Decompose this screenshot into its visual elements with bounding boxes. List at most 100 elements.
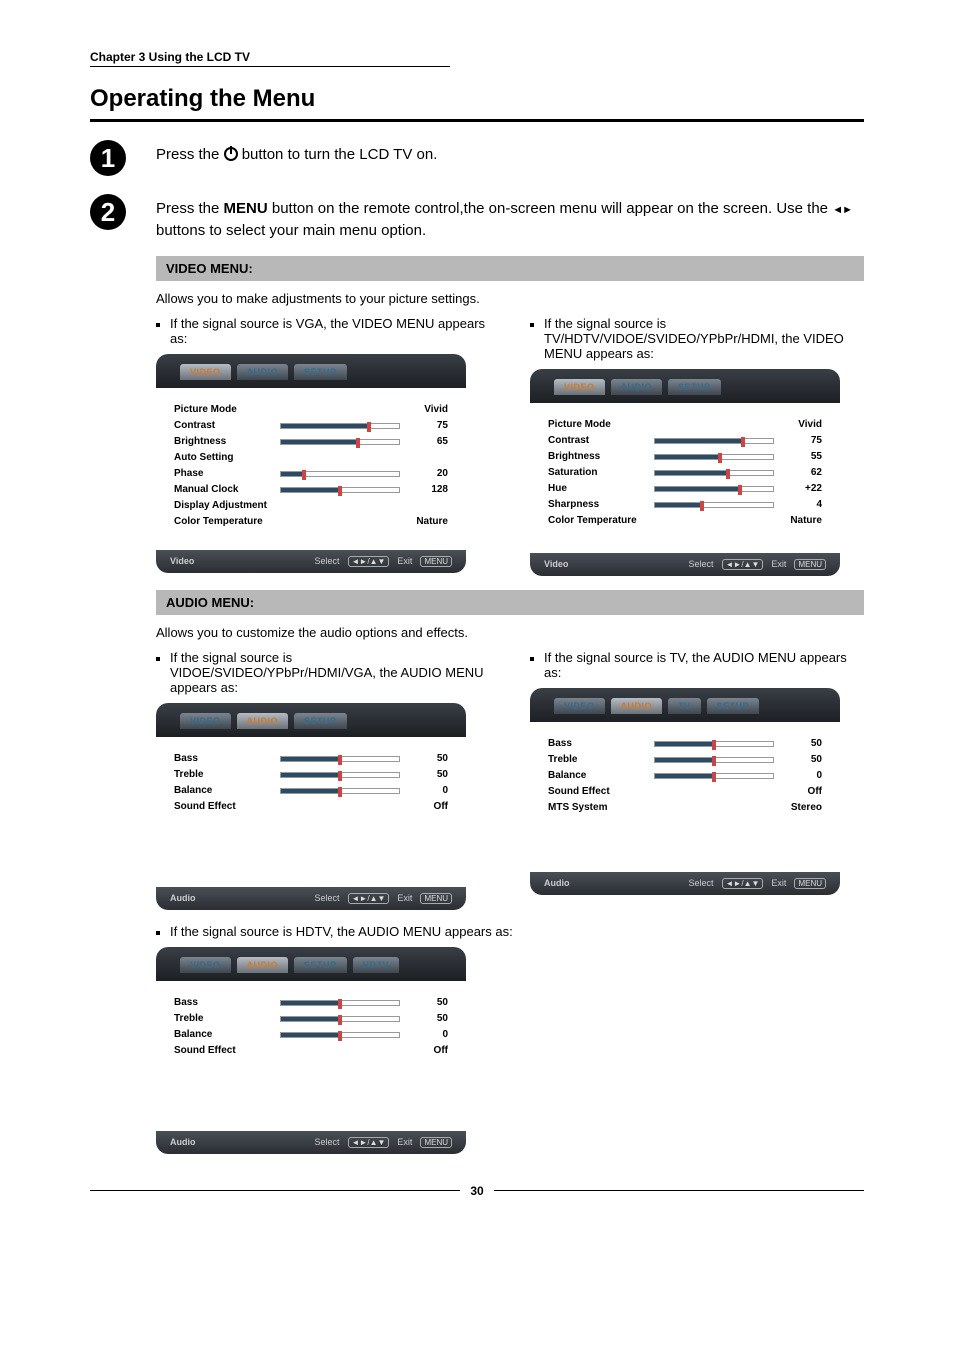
osd-tab-setup[interactable]: SETUP — [707, 698, 760, 714]
power-icon — [224, 147, 238, 161]
osd-slider[interactable] — [654, 757, 774, 763]
osd-slider[interactable] — [280, 788, 400, 794]
osd-slider[interactable] — [654, 741, 774, 747]
osd-tab-audio[interactable]: AUDIO — [237, 364, 289, 380]
osd-slider[interactable] — [654, 773, 774, 779]
osd-slider-fill — [281, 757, 340, 761]
menu-word: MENU — [224, 200, 268, 217]
step-1-post: button to turn the LCD TV on. — [238, 146, 438, 163]
osd-row-label: Balance — [174, 1029, 280, 1040]
page-number: 30 — [470, 1184, 483, 1198]
audio-hdtv-intro: If the signal source is HDTV, the AUDIO … — [170, 924, 513, 939]
osd-row: Manual Clock128 — [174, 482, 448, 498]
osd-slider[interactable] — [654, 438, 774, 444]
osd-slider[interactable] — [280, 756, 400, 762]
bullet-icon — [156, 657, 160, 661]
osd-slider[interactable] — [280, 439, 400, 445]
step-2-post: buttons to select your main menu option. — [156, 222, 426, 239]
osd-slider-thumb[interactable] — [302, 470, 306, 480]
osd-row-label: Manual Clock — [174, 484, 280, 495]
osd-tab-video[interactable]: VIDEO — [180, 713, 231, 729]
osd-row: Auto Setting — [174, 450, 448, 466]
osd-slider[interactable] — [280, 1016, 400, 1022]
osd-row-value: Nature — [772, 515, 822, 526]
osd-slider-thumb[interactable] — [338, 771, 342, 781]
osd-row: Color TemperatureNature — [174, 514, 448, 530]
osd-slider[interactable] — [280, 772, 400, 778]
osd-slider-thumb[interactable] — [338, 486, 342, 496]
osd-footer-exit-label: Exit — [397, 1137, 412, 1147]
osd-slider[interactable] — [654, 486, 774, 492]
osd-tab-video[interactable]: VIDEO — [554, 698, 605, 714]
osd-tab-video[interactable]: VIDEO — [180, 364, 231, 380]
osd-slider-thumb[interactable] — [738, 485, 742, 495]
osd-row: Contrast75 — [174, 418, 448, 434]
osd-tab-audio[interactable]: AUDIO — [611, 698, 663, 714]
osd-tab-tv[interactable]: TV — [668, 698, 701, 714]
osd-row-label: Bass — [174, 753, 280, 764]
osd-footer-label: Video — [170, 556, 194, 567]
osd-slider[interactable] — [280, 1032, 400, 1038]
osd-row: Sharpness4 — [548, 497, 822, 513]
osd-slider-thumb[interactable] — [338, 755, 342, 765]
osd-body: Bass50Treble50Balance0Sound EffectOff — [156, 981, 466, 1131]
osd-slider-thumb[interactable] — [338, 1031, 342, 1041]
osd-row-label: Sound Effect — [548, 786, 658, 797]
osd-slider-thumb[interactable] — [338, 999, 342, 1009]
osd-row-value: 0 — [400, 785, 448, 796]
osd-row-label: Contrast — [548, 435, 654, 446]
osd-slider[interactable] — [654, 470, 774, 476]
osd-tab-setup[interactable]: SETUP — [294, 957, 347, 973]
osd-slider[interactable] — [280, 471, 400, 477]
osd-slider-fill — [281, 1017, 340, 1021]
osd-row-value: Vivid — [398, 404, 448, 415]
osd-tab-video[interactable]: VIDEO — [180, 957, 231, 973]
osd-row-label: Color Temperature — [174, 516, 284, 527]
audio-right-intro: If the signal source is TV, the AUDIO ME… — [544, 650, 864, 680]
osd-slider[interactable] — [654, 502, 774, 508]
arrow-keys-icon: ◄►/▲▼ — [722, 878, 764, 889]
audio-left-intro: If the signal source is VIDOE/SVIDEO/YPb… — [170, 650, 490, 695]
osd-tab-audio[interactable]: AUDIO — [237, 713, 289, 729]
osd-tab-hdtv[interactable]: HDTV — [353, 957, 400, 973]
osd-row-value: Vivid — [772, 419, 822, 430]
osd-slider-thumb[interactable] — [718, 453, 722, 463]
osd-slider-fill — [655, 439, 744, 443]
osd-slider-thumb[interactable] — [712, 740, 716, 750]
osd-slider-thumb[interactable] — [700, 501, 704, 511]
osd-slider-thumb[interactable] — [338, 1015, 342, 1025]
osd-footer-select-label: Select — [315, 556, 340, 566]
osd-bar-wrap — [280, 1000, 400, 1006]
osd-row-label: Contrast — [174, 420, 280, 431]
osd-tab-audio[interactable]: AUDIO — [237, 957, 289, 973]
osd-row: Bass50 — [548, 736, 822, 752]
osd-slider-thumb[interactable] — [712, 772, 716, 782]
osd-tab-video[interactable]: VIDEO — [554, 379, 605, 395]
osd-slider[interactable] — [280, 423, 400, 429]
osd-tabs: VIDEO AUDIO SETUP — [530, 369, 840, 403]
osd-footer-label: Video — [544, 559, 568, 570]
osd-body: Bass50Treble50Balance0Sound EffectOff — [156, 737, 466, 887]
osd-slider-thumb[interactable] — [741, 437, 745, 447]
page-footer: 30 — [90, 1184, 864, 1198]
osd-slider-thumb[interactable] — [712, 756, 716, 766]
osd-row-value: 0 — [400, 1029, 448, 1040]
osd-tab-setup[interactable]: SETUP — [294, 364, 347, 380]
osd-slider[interactable] — [280, 1000, 400, 1006]
osd-slider-thumb[interactable] — [367, 422, 371, 432]
osd-tab-audio[interactable]: AUDIO — [611, 379, 663, 395]
osd-row-value: 65 — [400, 436, 448, 447]
audio-menu-desc: Allows you to customize the audio option… — [156, 625, 864, 640]
step-1: 1 Press the button to turn the LCD TV on… — [90, 136, 864, 176]
osd-row-label: Bass — [174, 997, 280, 1008]
osd-slider[interactable] — [654, 454, 774, 460]
osd-row: Balance 0 — [174, 783, 448, 799]
osd-tab-setup[interactable]: SETUP — [668, 379, 721, 395]
osd-tab-setup[interactable]: SETUP — [294, 713, 347, 729]
footer-line-left — [90, 1190, 460, 1191]
osd-slider[interactable] — [280, 487, 400, 493]
osd-slider-thumb[interactable] — [338, 787, 342, 797]
osd-slider-thumb[interactable] — [726, 469, 730, 479]
osd-row-label: Balance — [174, 785, 280, 796]
osd-slider-thumb[interactable] — [356, 438, 360, 448]
